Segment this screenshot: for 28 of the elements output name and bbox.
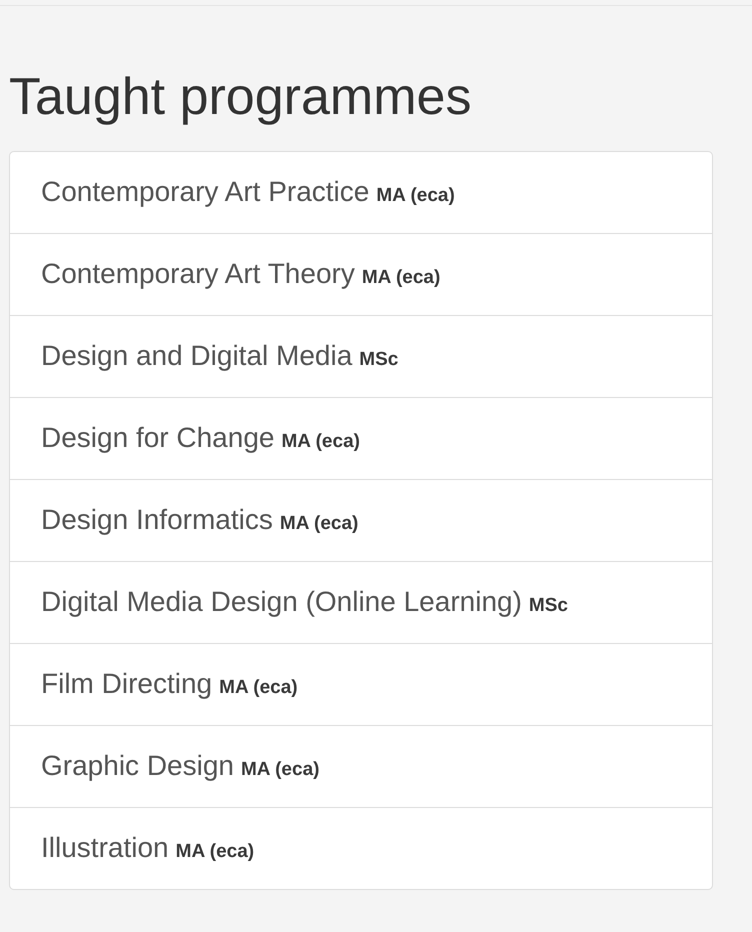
degree-label: MA (eca) — [281, 430, 360, 454]
page-heading: Taught programmes — [9, 67, 472, 127]
programme-link[interactable]: Digital Media Design (Online Learning) MSc — [10, 562, 712, 644]
degree-label: MA (eca) — [362, 266, 440, 290]
degree-label: MA (eca) — [280, 512, 358, 536]
programme-link[interactable]: Film Directing MA (eca) — [10, 644, 712, 726]
programme-link[interactable]: Design Informatics MA (eca) — [10, 480, 712, 562]
programme-title: Digital Media Design (Online Learning) — [41, 585, 522, 619]
degree-label: MA (eca) — [219, 676, 298, 700]
programme-title: Design Informatics — [41, 503, 273, 537]
degree-label: MA (eca) — [176, 840, 254, 864]
programme-link[interactable]: Design for Change MA (eca) — [10, 398, 712, 480]
programme-link[interactable]: Graphic Design MA (eca) — [10, 726, 712, 808]
programme-title: Contemporary Art Practice — [41, 175, 370, 209]
programme-title: Design for Change — [41, 421, 274, 455]
programme-link[interactable]: Design and Digital Media MSc — [10, 316, 712, 398]
degree-label: MSc — [528, 594, 568, 618]
programme-link[interactable]: Illustration MA (eca) — [10, 808, 712, 889]
programme-title: Design and Digital Media — [41, 339, 352, 373]
programme-title: Contemporary Art Theory — [41, 257, 355, 291]
programme-link[interactable]: Contemporary Art Theory MA (eca) — [10, 234, 712, 316]
degree-label: MA (eca) — [240, 758, 320, 782]
programme-title: Film Directing — [41, 667, 212, 701]
degree-label: MA (eca) — [376, 184, 455, 208]
degree-label: MSc — [359, 348, 398, 372]
programme-link[interactable]: Contemporary Art Practice MA (eca) — [10, 152, 712, 234]
programme-title: Graphic Design — [41, 749, 234, 783]
programme-title: Illustration — [41, 831, 169, 865]
